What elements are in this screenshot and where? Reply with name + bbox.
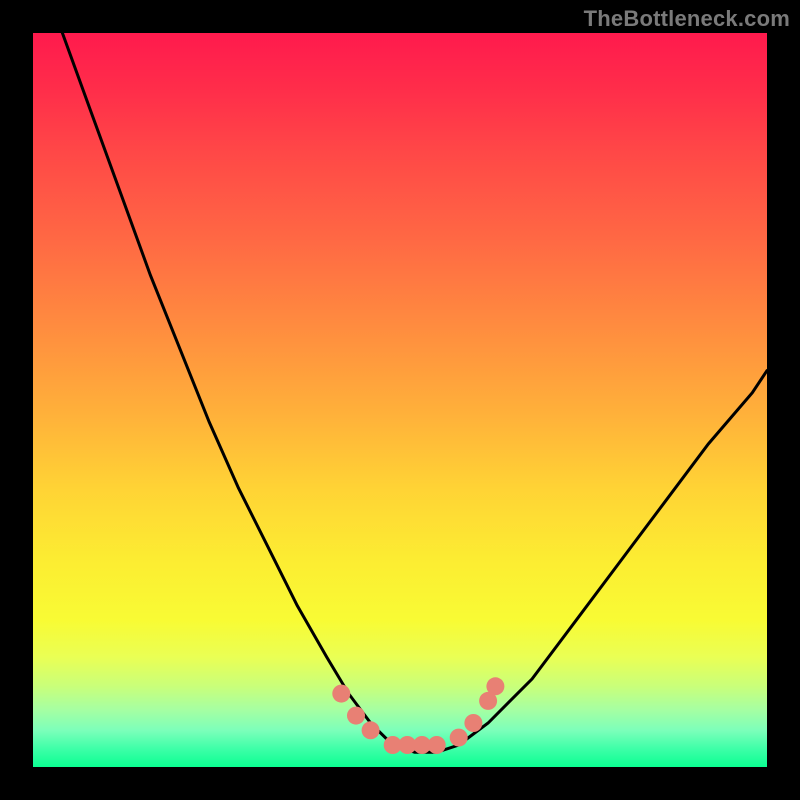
marker-dot [464,714,482,732]
marker-dot [362,721,380,739]
marker-cluster [332,677,504,754]
watermark-text: TheBottleneck.com [584,6,790,32]
chart-svg [33,33,767,767]
chart-frame: TheBottleneck.com [0,0,800,800]
bottleneck-curve-path [62,33,767,752]
marker-dot [450,729,468,747]
marker-dot [332,685,350,703]
marker-dot [428,736,446,754]
marker-dot [486,677,504,695]
marker-dot [347,707,365,725]
